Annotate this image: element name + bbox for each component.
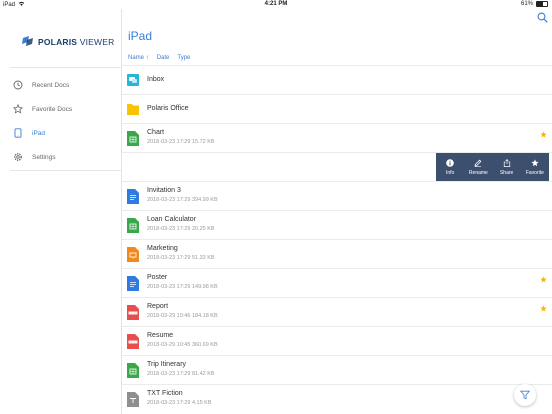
sort-bar: Name ↑ Date Type [128, 55, 190, 61]
file-meta: 2018-03-23 17:29 4.15 KB [147, 400, 212, 406]
file-meta: 2018-03-23 17:29 15.72 KB [147, 139, 215, 145]
logo-product: VIEWER [79, 37, 115, 47]
pdf-file-icon [127, 334, 139, 349]
favorite-star-icon [540, 305, 547, 312]
spreadsheet-file-icon [127, 218, 139, 233]
sort-name-label: Name [128, 55, 145, 61]
info-label: Info [445, 170, 455, 176]
file-meta: 2018-03-23 17:29 81.42 KB [147, 371, 215, 377]
sort-by-type[interactable]: Type [177, 55, 190, 61]
sidebar: POLARIS VIEWER Recent Docs Favorite Docs… [0, 9, 122, 414]
list-item[interactable]: Resume 2018-03-29 10:45 360.69 KB [122, 326, 552, 355]
file-meta: 2018-03-29 10:45 360.69 KB [147, 342, 218, 348]
info-button[interactable]: Info [436, 153, 464, 182]
favorite-button[interactable]: Favorite [521, 153, 549, 182]
search-icon[interactable] [537, 12, 548, 23]
sidebar-item-label: Settings [32, 153, 56, 161]
page-title: iPad [128, 29, 153, 43]
file-name: Trip Itinerary [147, 361, 187, 368]
file-name: Poster [147, 274, 168, 281]
file-meta: 2018-03-23 17:29 51.33 KB [147, 255, 215, 261]
star-icon [531, 159, 539, 167]
logo-text: POLARIS VIEWER [38, 37, 114, 47]
inbox-icon [127, 74, 139, 86]
share-icon [503, 159, 510, 167]
app-logo: POLARIS VIEWER [22, 36, 114, 48]
favorite-star-icon [540, 131, 547, 138]
file-meta: 2018-03-29 10:46 184.18 KB [147, 313, 218, 319]
file-list: Inbox Polaris Office Chart 2018-03-23 17… [122, 65, 552, 413]
battery-fill [537, 2, 544, 6]
list-item[interactable]: Poster 2018-03-23 17:29 149.98 KB [122, 268, 552, 297]
star-outline-icon [13, 104, 23, 114]
sidebar-divider-top [10, 67, 121, 68]
rename-button[interactable]: Rename [464, 153, 492, 182]
info-icon [446, 159, 454, 167]
file-meta: 2018-03-23 17:29 394.99 KB [147, 197, 218, 203]
pencil-icon [474, 159, 482, 167]
file-name: Polaris Office [147, 105, 189, 112]
list-item[interactable]: Invitation 3 2018-03-23 17:29 394.99 KB [122, 181, 552, 210]
sort-by-name[interactable]: Name ↑ [128, 55, 149, 61]
folder-icon [127, 104, 139, 115]
gear-icon [14, 153, 22, 161]
sidebar-item-label: Recent Docs [32, 81, 70, 89]
favorite-label: Favorite [525, 170, 544, 176]
document-file-icon [127, 189, 139, 204]
list-item[interactable]: Chart 2018-03-23 17:29 15.72 KB [122, 123, 552, 152]
list-item[interactable]: Polaris Office [122, 94, 552, 123]
sort-by-date[interactable]: Date [157, 55, 170, 61]
status-right: 61% [521, 1, 548, 7]
file-name: Marketing [147, 245, 178, 252]
spreadsheet-file-icon [127, 363, 139, 378]
status-bar: iPad 4:21 PM 61% [0, 0, 552, 9]
list-item[interactable]: Trip Itinerary 2018-03-23 17:29 81.42 KB [122, 355, 552, 384]
battery-percent: 61% [520, 1, 533, 7]
battery-icon [536, 1, 548, 7]
sort-ascending-icon: ↑ [145, 55, 149, 61]
list-item-actions-row: Info Rename Share Favorite [122, 152, 552, 182]
spreadsheet-file-icon [127, 131, 139, 146]
share-label: Share [499, 170, 514, 176]
file-name: Loan Calculator [147, 216, 197, 223]
presentation-file-icon [127, 247, 139, 262]
list-item[interactable]: Marketing 2018-03-23 17:29 51.33 KB [122, 239, 552, 268]
main-panel: iPad Name ↑ Date Type Inbox Polaris Offi… [122, 9, 552, 414]
sidebar-item-label: iPad [32, 129, 46, 137]
sidebar-item-label: Favorite Docs [32, 105, 73, 113]
file-name: Chart [147, 129, 165, 136]
sidebar-item-ipad[interactable]: iPad [10, 121, 121, 145]
filter-icon [520, 390, 530, 400]
ipad-icon [14, 128, 22, 138]
list-item[interactable]: Inbox [122, 65, 552, 94]
file-meta: 2018-03-23 17:29 149.98 KB [147, 284, 218, 290]
sidebar-item-settings[interactable]: Settings [10, 145, 121, 169]
file-name: TXT Fiction [147, 390, 183, 397]
rename-label: Rename [468, 170, 488, 176]
sidebar-divider-bottom [10, 170, 121, 171]
file-name: Resume [147, 332, 174, 339]
share-button[interactable]: Share [493, 153, 521, 182]
sidebar-item-favorite-docs[interactable]: Favorite Docs [10, 97, 121, 121]
sidebar-nav: Recent Docs Favorite Docs iPad Settings [10, 73, 121, 169]
file-meta: 2018-03-23 17:29 20.25 KB [147, 226, 215, 232]
clock-icon [13, 80, 23, 90]
document-file-icon [127, 276, 139, 291]
status-time: 4:21 PM [264, 1, 288, 7]
swipe-action-bar: Info Rename Share Favorite [436, 153, 549, 182]
sidebar-item-recent-docs[interactable]: Recent Docs [10, 73, 121, 97]
list-item[interactable]: Loan Calculator 2018-03-23 17:29 20.25 K… [122, 210, 552, 239]
list-item[interactable]: Report 2018-03-29 10:46 184.18 KB [122, 297, 552, 326]
file-name: Inbox [147, 76, 165, 83]
filter-button[interactable] [514, 384, 536, 406]
list-item[interactable]: TXT Fiction 2018-03-23 17:29 4.15 KB [122, 384, 552, 413]
file-name: Report [147, 303, 169, 310]
file-name: Invitation 3 [147, 187, 181, 194]
text-file-icon [127, 392, 139, 407]
favorite-star-icon [540, 276, 547, 283]
polaris-logo-icon [22, 36, 33, 46]
pdf-file-icon [127, 305, 139, 320]
logo-brand: POLARIS [38, 37, 78, 47]
